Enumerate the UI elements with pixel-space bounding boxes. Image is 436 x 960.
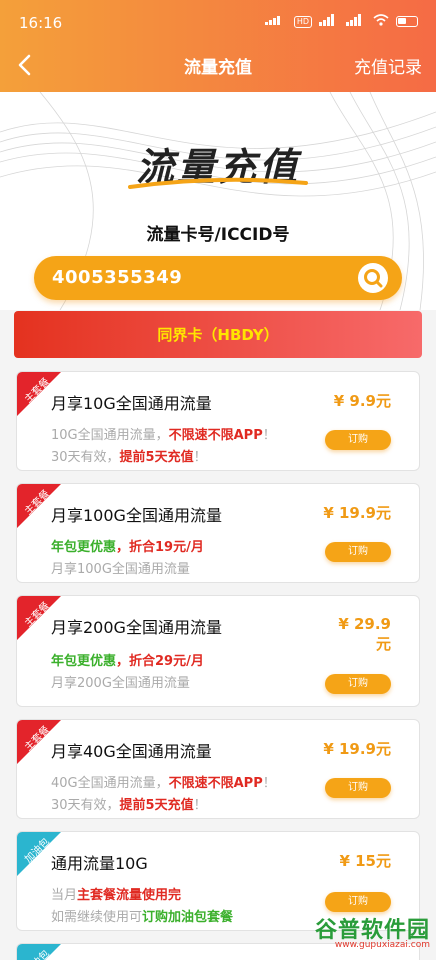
buy-button[interactable]: 订购 <box>325 892 391 912</box>
package-price: ¥ 19.9元 <box>323 740 391 758</box>
package-name: 通用流量10G <box>51 854 148 873</box>
4g-icon <box>346 14 366 29</box>
package-name: 月享100G全国通用流量 <box>51 506 222 525</box>
package-desc-line1: 40G全国通用流量，不限速不限APP！ <box>51 776 276 791</box>
card-number-label: 流量卡号/ICCID号 <box>146 225 290 245</box>
package-name: 月享200G全国通用流量 <box>51 618 222 637</box>
package-desc-line2: 30天有效，提前5天充值！ <box>51 798 207 813</box>
package-desc-line1: 年包更优惠，折合29元/月 <box>51 654 204 669</box>
buy-button[interactable]: 订购 <box>325 542 391 562</box>
package-card[interactable]: 主套餐 月享100G全国通用流量 ¥ 19.9元 年包更优惠，折合19元/月 月… <box>16 483 420 583</box>
search-button[interactable] <box>358 263 388 293</box>
package-desc-line2: 30天有效，提前5天充值！ <box>51 450 207 465</box>
package-desc-line2: 如需继续使用可订购加油包套餐 <box>51 910 234 925</box>
card-number-value[interactable]: 4005355349 <box>52 267 182 288</box>
status-bar: 16:16 HD <box>0 0 436 46</box>
search-icon <box>364 269 383 288</box>
package-desc-line1: 10G全国通用流量，不限速不限APP！ <box>51 428 276 443</box>
wifi-icon <box>373 14 389 29</box>
package-card[interactable]: 主套餐 月享200G全国通用流量 ¥ 29.9 元 年包更优惠，折合29元/月 月… <box>16 595 420 707</box>
package-desc-line1: 年包更优惠，折合19元/月 <box>51 540 204 555</box>
package-desc-line2: 月享100G全国通用流量 <box>51 562 190 577</box>
battery-icon <box>396 16 418 27</box>
recharge-record-link[interactable]: 充值记录 <box>354 53 422 78</box>
package-card[interactable]: 主套餐 月享40G全国通用流量 ¥ 19.9元 40G全国通用流量，不限速不限A… <box>16 719 420 819</box>
header-bar: 16:16 HD 流量充值 充值记录 <box>0 0 436 92</box>
swoosh-decoration <box>128 177 308 189</box>
package-card[interactable]: 主套餐 月享10G全国通用流量 ¥ 9.9元 10G全国通用流量，不限速不限AP… <box>16 371 420 471</box>
package-desc-line1: 当月主套餐流量使用完 <box>51 888 182 903</box>
package-name: 月享10G全国通用流量 <box>51 394 212 413</box>
package-price: ¥ 15元 <box>339 852 391 870</box>
package-price: ¥ 29.9 元 <box>338 615 391 653</box>
package-price: ¥ 9.9元 <box>333 392 391 410</box>
package-desc-line2: 月享200G全国通用流量 <box>51 676 190 691</box>
card-type-label: 同界卡（HBDY） <box>157 326 279 344</box>
buy-button[interactable]: 订购 <box>325 430 391 450</box>
hd-icon: HD <box>293 15 312 28</box>
4g-icon <box>319 14 339 29</box>
watermark-url: www.gupuxiazai.com <box>334 940 430 950</box>
package-name: 月享40G全国通用流量 <box>51 742 212 761</box>
status-icons: HD <box>264 14 418 29</box>
package-price: ¥ 19.9元 <box>323 504 391 522</box>
card-type-banner: 同界卡（HBDY） <box>14 311 422 358</box>
buy-button[interactable]: 订购 <box>325 674 391 694</box>
watermark-logo: 谷普软件园 www.gupuxiazai.com <box>304 912 430 956</box>
status-time: 16:16 <box>19 14 63 32</box>
buy-button[interactable]: 订购 <box>325 778 391 798</box>
signal-icon <box>264 15 287 28</box>
card-number-input[interactable]: 4005355349 <box>34 256 402 300</box>
